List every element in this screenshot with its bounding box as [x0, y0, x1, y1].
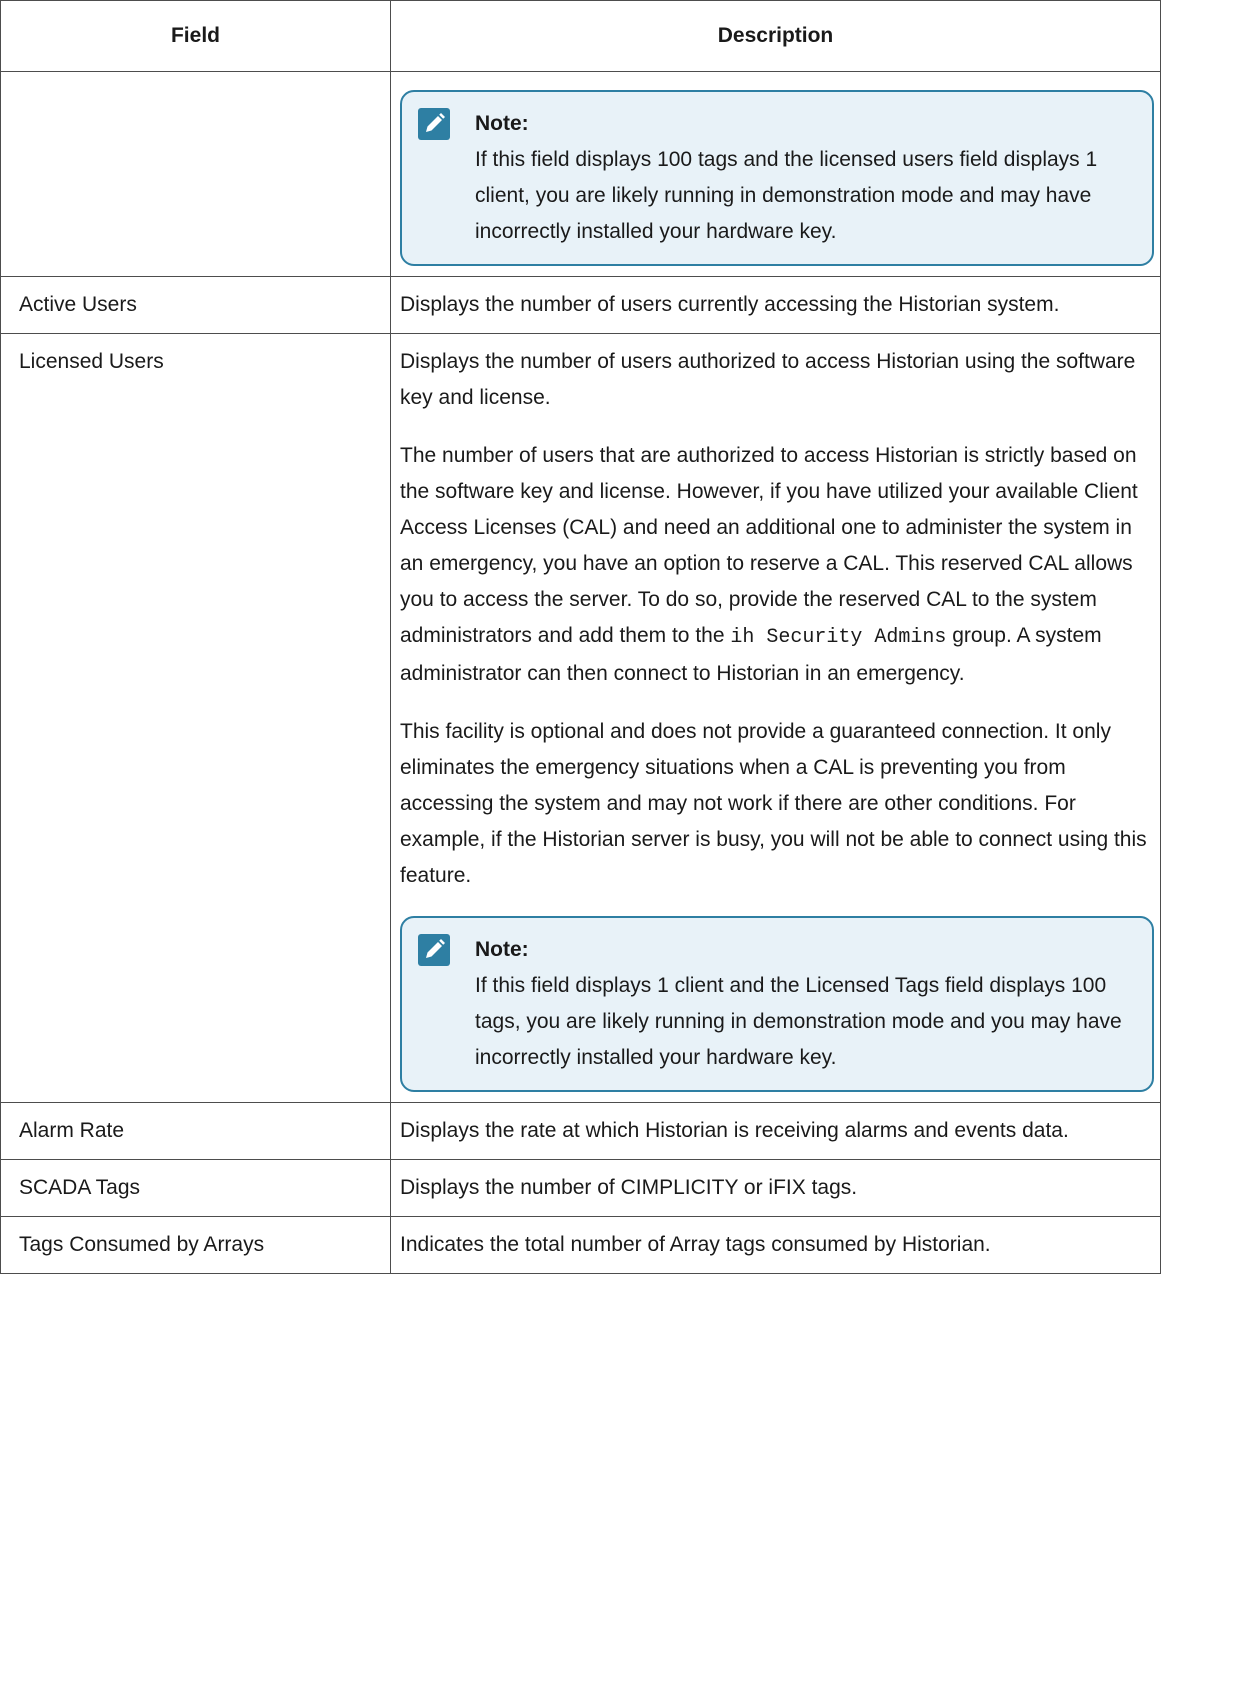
table-row: Active Users Displays the number of user… [0, 276, 1161, 334]
note-title: Note: [475, 112, 529, 135]
field-cell: Alarm Rate [0, 1102, 391, 1160]
field-cell: Tags Consumed by Arrays [0, 1216, 391, 1274]
description-cell: Displays the number of users authorized … [390, 333, 1161, 1103]
description-cell: Note: If this field displays 100 tags an… [390, 71, 1161, 277]
field-cell [0, 71, 391, 277]
description-text: Displays the number of users authorized … [400, 350, 1136, 409]
field-cell: Licensed Users [0, 333, 391, 1103]
note-box: Note: If this field displays 1 client an… [400, 916, 1154, 1092]
table-row: Tags Consumed by Arrays Indicates the to… [0, 1216, 1161, 1274]
table-row: SCADA Tags Displays the number of CIMPLI… [0, 1159, 1161, 1217]
table-row: Alarm Rate Displays the rate at which Hi… [0, 1102, 1161, 1160]
table-row: Licensed Users Displays the number of us… [0, 333, 1161, 1103]
description-text: Displays the number of users currently a… [400, 293, 1060, 316]
field-cell: SCADA Tags [0, 1159, 391, 1217]
description-text: Indicates the total number of Array tags… [400, 1233, 991, 1256]
field-description-table: Field Description Note: If this field di… [0, 0, 1161, 1274]
description-text: The number of users that are authorized … [400, 438, 1154, 692]
pencil-icon [418, 108, 450, 140]
pencil-icon [418, 934, 450, 966]
description-text: Displays the number of CIMPLICITY or iFI… [400, 1176, 858, 1199]
field-cell: Active Users [0, 276, 391, 334]
note-text: If this field displays 100 tags and the … [475, 148, 1098, 243]
header-description: Description [390, 0, 1161, 72]
note-box: Note: If this field displays 100 tags an… [400, 90, 1154, 266]
header-field: Field [0, 0, 391, 72]
description-cell: Displays the number of users currently a… [390, 276, 1161, 334]
note-text: If this field displays 1 client and the … [475, 974, 1122, 1069]
note-title: Note: [475, 938, 529, 961]
group-name-code: ih Security Admins [730, 626, 947, 649]
description-cell: Displays the rate at which Historian is … [390, 1102, 1161, 1160]
description-text: Displays the rate at which Historian is … [400, 1119, 1069, 1142]
description-text-part: The number of users that are authorized … [400, 444, 1138, 647]
table-header-row: Field Description [0, 0, 1161, 72]
table-row: Note: If this field displays 100 tags an… [0, 71, 1161, 277]
description-cell: Indicates the total number of Array tags… [390, 1216, 1161, 1274]
description-cell: Displays the number of CIMPLICITY or iFI… [390, 1159, 1161, 1217]
description-text: This facility is optional and does not p… [400, 720, 1147, 887]
